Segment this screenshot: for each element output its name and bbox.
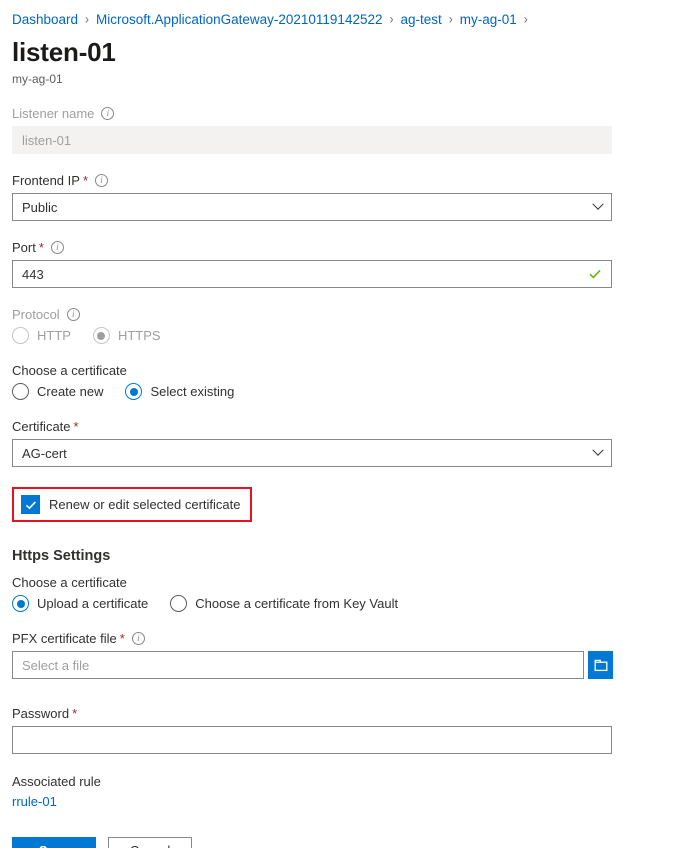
pfx-certificate-file-field: PFX certificate file * i Select a file — [12, 630, 672, 679]
chevron-down-icon — [592, 199, 603, 210]
certificate-label: Certificate — [12, 418, 71, 435]
frontend-ip-value: Public — [22, 200, 57, 215]
frontend-ip-select[interactable]: Public — [12, 193, 612, 221]
https-settings-heading: Https Settings — [12, 548, 672, 564]
radio-circle-selected-icon — [93, 327, 110, 344]
page-subtitle: my-ag-01 — [12, 72, 672, 87]
renew-certificate-checkbox-container[interactable]: Renew or edit selected certificate — [12, 487, 252, 522]
port-label: Port — [12, 239, 36, 256]
listener-edit-page: Dashboard › Microsoft.ApplicationGateway… — [0, 0, 684, 848]
pfx-certificate-file-label: PFX certificate file — [12, 630, 117, 647]
frontend-ip-label: Frontend IP — [12, 172, 80, 189]
password-label-row: Password * — [12, 705, 672, 722]
renew-certificate-checkbox-label: Renew or edit selected certificate — [49, 497, 240, 512]
https-choose-certificate-label: Choose a certificate — [12, 574, 127, 591]
password-label: Password — [12, 705, 69, 722]
frontend-ip-label-row: Frontend IP * i — [12, 172, 672, 189]
radio-circle-selected-icon — [125, 383, 142, 400]
pfx-certificate-file-input[interactable]: Select a file — [12, 651, 584, 679]
password-field: Password * — [12, 705, 672, 754]
protocol-radio-http-label: HTTP — [37, 328, 71, 343]
certificate-label-row: Certificate * — [12, 418, 672, 435]
protocol-label-row: Protocol i — [12, 306, 672, 323]
protocol-radio-https: HTTPS — [93, 327, 161, 344]
save-button[interactable]: Save — [12, 837, 96, 848]
protocol-radio-group: HTTP HTTPS — [12, 327, 672, 344]
listener-name-value: listen-01 — [22, 133, 71, 148]
associated-rule-link[interactable]: rrule-01 — [12, 794, 57, 809]
breadcrumb-separator: › — [449, 11, 453, 27]
valid-check-icon — [589, 268, 601, 280]
protocol-label: Protocol — [12, 306, 60, 323]
choose-certificate-radio-create-new-label: Create new — [37, 384, 103, 399]
listener-name-label-row: Listener name i — [12, 105, 672, 122]
https-radio-key-vault-label: Choose a certificate from Key Vault — [195, 596, 398, 611]
breadcrumb-item-ag-test[interactable]: ag-test — [400, 12, 441, 27]
radio-circle-icon — [12, 383, 29, 400]
certificate-value: AG-cert — [22, 446, 67, 461]
pfx-file-row: Select a file — [12, 651, 672, 679]
radio-circle-selected-icon — [12, 595, 29, 612]
required-asterisk: * — [120, 630, 125, 647]
folder-browse-button[interactable] — [588, 651, 613, 679]
choose-certificate-field: Choose a certificate Create new Select e… — [12, 362, 672, 400]
protocol-radio-http: HTTP — [12, 327, 71, 344]
choose-certificate-radio-group: Create new Select existing — [12, 383, 672, 400]
folder-browse-icon — [594, 659, 608, 672]
https-choose-certificate-field: Choose a certificate Upload a certificat… — [12, 574, 672, 612]
info-icon[interactable]: i — [101, 107, 114, 120]
password-input[interactable] — [12, 726, 612, 754]
choose-certificate-radio-select-existing[interactable]: Select existing — [125, 383, 234, 400]
cancel-button[interactable]: Cancel — [108, 837, 192, 848]
port-field: Port * i 443 — [12, 239, 672, 288]
breadcrumb-item-my-ag-01[interactable]: my-ag-01 — [460, 12, 517, 27]
form-actions: Save Cancel — [12, 837, 672, 848]
choose-certificate-label-row: Choose a certificate — [12, 362, 672, 379]
certificate-field: Certificate * AG-cert — [12, 418, 672, 467]
required-asterisk: * — [39, 239, 44, 256]
required-asterisk: * — [83, 172, 88, 189]
https-radio-upload-certificate-label: Upload a certificate — [37, 596, 148, 611]
https-radio-upload-certificate[interactable]: Upload a certificate — [12, 595, 148, 612]
checkbox-checked-icon[interactable] — [21, 495, 40, 514]
associated-rule-label: Associated rule — [12, 774, 672, 789]
breadcrumb-item-dashboard[interactable]: Dashboard — [12, 12, 78, 27]
port-value: 443 — [22, 267, 44, 282]
listener-name-field: Listener name i listen-01 — [12, 105, 672, 154]
frontend-ip-field: Frontend IP * i Public — [12, 172, 672, 221]
choose-certificate-radio-create-new[interactable]: Create new — [12, 383, 103, 400]
info-icon[interactable]: i — [132, 632, 145, 645]
page-title: listen-01 — [12, 37, 672, 67]
pfx-certificate-file-label-row: PFX certificate file * i — [12, 630, 672, 647]
radio-circle-icon — [170, 595, 187, 612]
breadcrumb: Dashboard › Microsoft.ApplicationGateway… — [12, 0, 672, 30]
https-choose-certificate-radio-group: Upload a certificate Choose a certificat… — [12, 595, 672, 612]
port-input[interactable]: 443 — [12, 260, 612, 288]
breadcrumb-separator: › — [524, 11, 528, 27]
breadcrumb-separator: › — [389, 11, 393, 27]
protocol-radio-https-label: HTTPS — [118, 328, 161, 343]
listener-name-label: Listener name — [12, 105, 94, 122]
required-asterisk: * — [74, 418, 79, 435]
https-radio-key-vault[interactable]: Choose a certificate from Key Vault — [170, 595, 398, 612]
pfx-certificate-file-placeholder: Select a file — [22, 658, 89, 673]
certificate-select[interactable]: AG-cert — [12, 439, 612, 467]
listener-name-input: listen-01 — [12, 126, 612, 154]
required-asterisk: * — [72, 705, 77, 722]
port-label-row: Port * i — [12, 239, 672, 256]
breadcrumb-separator: › — [85, 11, 89, 27]
breadcrumb-item-resource-group[interactable]: Microsoft.ApplicationGateway-20210119142… — [96, 12, 382, 27]
info-icon[interactable]: i — [67, 308, 80, 321]
info-icon[interactable]: i — [95, 174, 108, 187]
info-icon[interactable]: i — [51, 241, 64, 254]
choose-certificate-label: Choose a certificate — [12, 362, 127, 379]
https-choose-certificate-label-row: Choose a certificate — [12, 574, 672, 591]
protocol-field: Protocol i HTTP HTTPS — [12, 306, 672, 344]
choose-certificate-radio-select-existing-label: Select existing — [150, 384, 234, 399]
chevron-down-icon — [592, 445, 603, 456]
radio-circle-icon — [12, 327, 29, 344]
